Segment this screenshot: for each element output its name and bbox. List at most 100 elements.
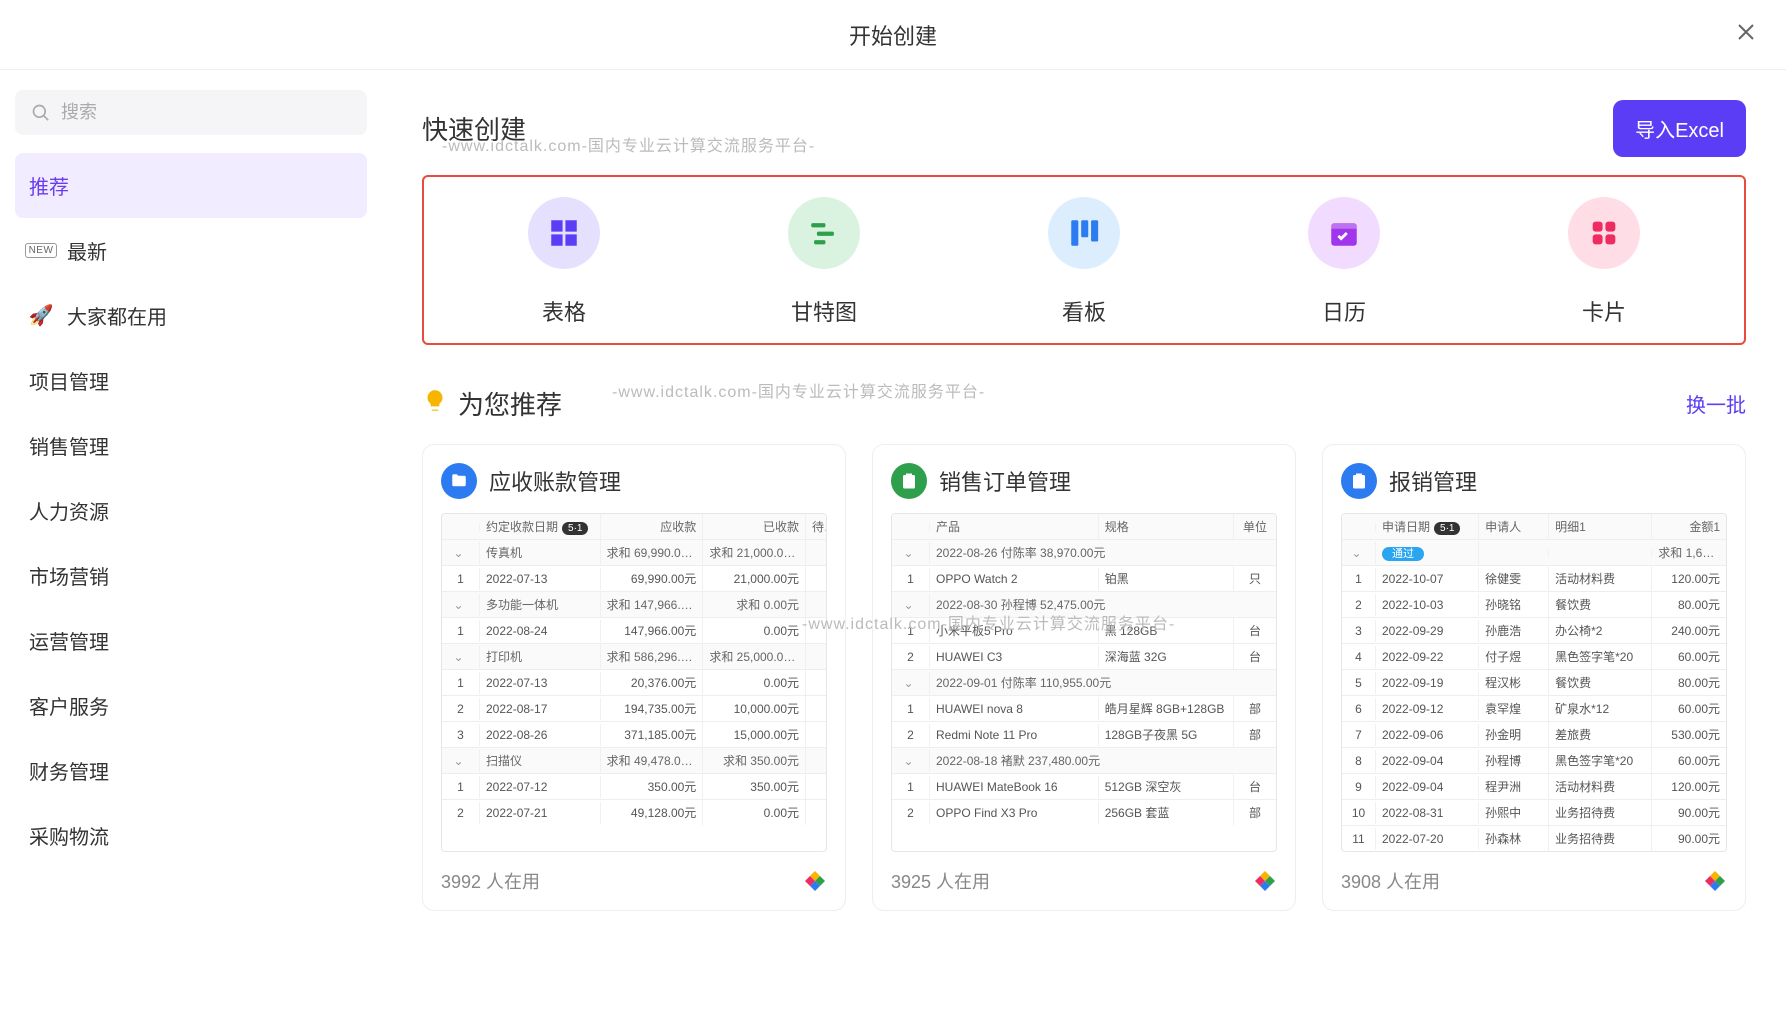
table-row: 22022-08-17194,735.00元10,000.00元 (442, 696, 826, 722)
folder-icon (441, 463, 477, 499)
sidebar-item-label: 运营管理 (29, 626, 109, 655)
template-card[interactable]: 销售订单管理产品规格单位⌄2022-08-26 付陈率 38,970.00元1O… (872, 444, 1296, 911)
table-row: 12022-10-07徐健雯活动材料费120.00元 (1342, 566, 1726, 592)
content-area: -www.idctalk.com-国内专业云计算交流服务平台- -www.idc… (382, 70, 1786, 1031)
table-row: 12022-08-24147,966.00元0.00元 (442, 618, 826, 644)
table-row: 32022-09-29孙鹿浩办公椅*2240.00元 (1342, 618, 1726, 644)
table-header: 规格 (1099, 514, 1234, 539)
table-header: 申请日期5·1 (1376, 514, 1479, 539)
diamond-icon (803, 869, 827, 893)
close-button[interactable] (1736, 21, 1756, 49)
card-icon (1568, 197, 1640, 269)
sidebar-item-label: 推荐 (29, 171, 69, 200)
bulb-icon (422, 388, 448, 419)
modal-title: 开始创建 (849, 19, 937, 51)
quick-create-label: 日历 (1322, 295, 1366, 327)
table-row: 22022-10-03孙晓铭餐饮费80.00元 (1342, 592, 1726, 618)
quick-create-calendar[interactable]: 日历 (1214, 197, 1474, 327)
table-row: 72022-09-06孙金明差旅费530.00元 (1342, 722, 1726, 748)
sidebar-item-10[interactable]: 采购物流 (15, 803, 367, 868)
quick-create-title: 快速创建 (422, 110, 526, 147)
quick-create-label: 看板 (1062, 295, 1106, 327)
calendar-icon (1308, 197, 1380, 269)
table-header (1342, 523, 1376, 531)
sidebar: 推荐 NEW最新 🚀 大家都在用项目管理销售管理人力资源市场营销运营管理客户服务财务管… (0, 70, 382, 1031)
import-excel-button[interactable]: 导入Excel (1613, 100, 1746, 157)
search-box[interactable] (15, 90, 367, 135)
sidebar-item-9[interactable]: 财务管理 (15, 738, 367, 803)
card-title: 应收账款管理 (489, 465, 621, 497)
table-row: 22022-07-2149,128.00元0.00元 (442, 800, 826, 825)
modal-header: 开始创建 (0, 0, 1786, 70)
gantt-icon (788, 197, 860, 269)
table-row: 82022-09-04孙程博黑色签字笔*2060.00元 (1342, 748, 1726, 774)
preview-table: 产品规格单位⌄2022-08-26 付陈率 38,970.00元1OPPO Wa… (891, 513, 1277, 852)
table-row: 102022-08-31孙熙中业务招待费90.00元 (1342, 800, 1726, 826)
table-row: 112022-07-20孙森林业务招待费90.00元 (1342, 826, 1726, 851)
sidebar-item-0[interactable]: 推荐 (15, 153, 367, 218)
sidebar-item-label: 采购物流 (29, 821, 109, 850)
recommend-title: 为您推荐 (458, 385, 562, 422)
table-row: 12022-07-1369,990.00元21,000.00元 (442, 566, 826, 592)
table-header: 金额1 (1652, 514, 1726, 539)
table-row: 1HUAWEI MateBook 16512GB 深空灰台 (892, 774, 1276, 800)
kanban-icon (1048, 197, 1120, 269)
table-row: 42022-09-22付子煜黑色签字笔*2060.00元 (1342, 644, 1726, 670)
sidebar-item-5[interactable]: 人力资源 (15, 478, 367, 543)
users-count: 3992 人在用 (441, 868, 540, 894)
swap-batch-link[interactable]: 换一批 (1686, 389, 1746, 418)
table-header: 明细1 (1549, 514, 1652, 539)
table-header (892, 523, 930, 531)
quick-create-row: 表格 甘特图 看板 日历 卡片 (422, 175, 1746, 345)
sidebar-item-4[interactable]: 销售管理 (15, 413, 367, 478)
quick-create-gantt[interactable]: 甘特图 (694, 197, 954, 327)
sidebar-item-label: 人力资源 (29, 496, 109, 525)
table-row: 32022-08-26371,185.00元15,000.00元 (442, 722, 826, 748)
sidebar-item-1[interactable]: NEW最新 (15, 218, 367, 283)
diamond-icon (1703, 869, 1727, 893)
quick-create-kanban[interactable]: 看板 (954, 197, 1214, 327)
card-title: 销售订单管理 (939, 465, 1071, 497)
table-row: 92022-09-04程尹洲活动材料费120.00元 (1342, 774, 1726, 800)
users-count: 3908 人在用 (1341, 868, 1440, 894)
quick-create-card[interactable]: 卡片 (1474, 197, 1734, 327)
sidebar-item-label: 大家都在用 (67, 301, 167, 330)
sidebar-item-label: 项目管理 (29, 366, 109, 395)
search-input[interactable] (61, 102, 351, 123)
sidebar-item-8[interactable]: 客户服务 (15, 673, 367, 738)
search-icon (31, 103, 51, 123)
sidebar-item-label: 财务管理 (29, 756, 109, 785)
table-header: 已收款 (703, 514, 806, 539)
template-card[interactable]: 应收账款管理约定收款日期5·1应收款已收款待⌄传真机求和 69,990.00元求… (422, 444, 846, 911)
preview-table: 申请日期5·1申请人明细1金额1⌄通过求和 1,650.00元12022-10-… (1341, 513, 1727, 852)
table-header: 待 (806, 514, 826, 539)
sidebar-item-7[interactable]: 运营管理 (15, 608, 367, 673)
rocket-icon: 🚀 (29, 303, 54, 328)
sidebar-item-3[interactable]: 项目管理 (15, 348, 367, 413)
table-row: 12022-07-12350.00元350.00元 (442, 774, 826, 800)
preview-table: 约定收款日期5·1应收款已收款待⌄传真机求和 69,990.00元求和 21,0… (441, 513, 827, 852)
quick-create-label: 表格 (542, 295, 586, 327)
users-count: 3925 人在用 (891, 868, 990, 894)
diamond-icon (1253, 869, 1277, 893)
sidebar-item-6[interactable]: 市场营销 (15, 543, 367, 608)
table-row: 2HUAWEI C3深海蓝 32G台 (892, 644, 1276, 670)
sidebar-item-label: 最新 (67, 236, 107, 265)
template-card[interactable]: 报销管理申请日期5·1申请人明细1金额1⌄通过求和 1,650.00元12022… (1322, 444, 1746, 911)
table-header: 约定收款日期5·1 (480, 514, 601, 539)
table-row: 1小米平板5 Pro黑 128GB台 (892, 618, 1276, 644)
quick-create-label: 甘特图 (791, 295, 857, 327)
table-header: 申请人 (1479, 514, 1549, 539)
close-icon (1736, 22, 1756, 42)
grid-icon (528, 197, 600, 269)
table-row: 12022-07-1320,376.00元0.00元 (442, 670, 826, 696)
quick-create-label: 卡片 (1582, 295, 1626, 327)
table-header (442, 523, 480, 531)
sidebar-item-2[interactable]: 🚀 大家都在用 (15, 283, 367, 348)
table-row: 62022-09-12袁罕煌矿泉水*1260.00元 (1342, 696, 1726, 722)
clipboard-icon (1341, 463, 1377, 499)
clipboard-icon (891, 463, 927, 499)
quick-create-grid[interactable]: 表格 (434, 197, 694, 327)
table-row: 1HUAWEI nova 8皓月星辉 8GB+128GB部 (892, 696, 1276, 722)
sidebar-item-label: 客户服务 (29, 691, 109, 720)
